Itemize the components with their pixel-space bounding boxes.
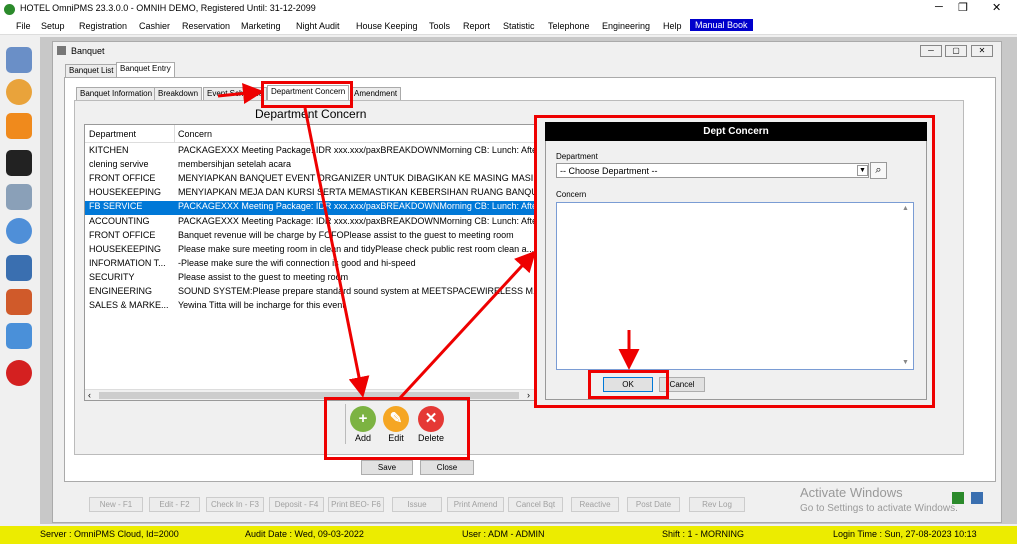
arrow-to-toolbar	[303, 107, 370, 398]
annotation-arrows	[217, 83, 640, 400]
arrow-to-tab	[217, 83, 264, 104]
status-shift: Shift : 1 - MORNING	[662, 529, 745, 539]
status-audit-date: Audit Date : Wed, 09-03-2022	[245, 529, 364, 539]
excel-icon[interactable]	[952, 492, 964, 504]
arrow-to-dialog	[398, 250, 537, 400]
status-server: Server : OmniPMS Cloud, Id=2000	[40, 529, 179, 539]
activate-windows-watermark: Activate Windows Go to Settings to activ…	[800, 485, 958, 514]
watermark-line1: Activate Windows	[800, 485, 903, 500]
status-user: User : ADM - ADMIN	[462, 529, 545, 539]
status-bar: Server : OmniPMS Cloud, Id=2000 Audit Da…	[0, 526, 1017, 544]
watermark-line2: Go to Settings to activate Windows.	[800, 503, 958, 514]
users-small-icon[interactable]	[971, 492, 983, 504]
status-login-time: Login Time : Sun, 27-08-2023 10:13	[833, 529, 977, 539]
